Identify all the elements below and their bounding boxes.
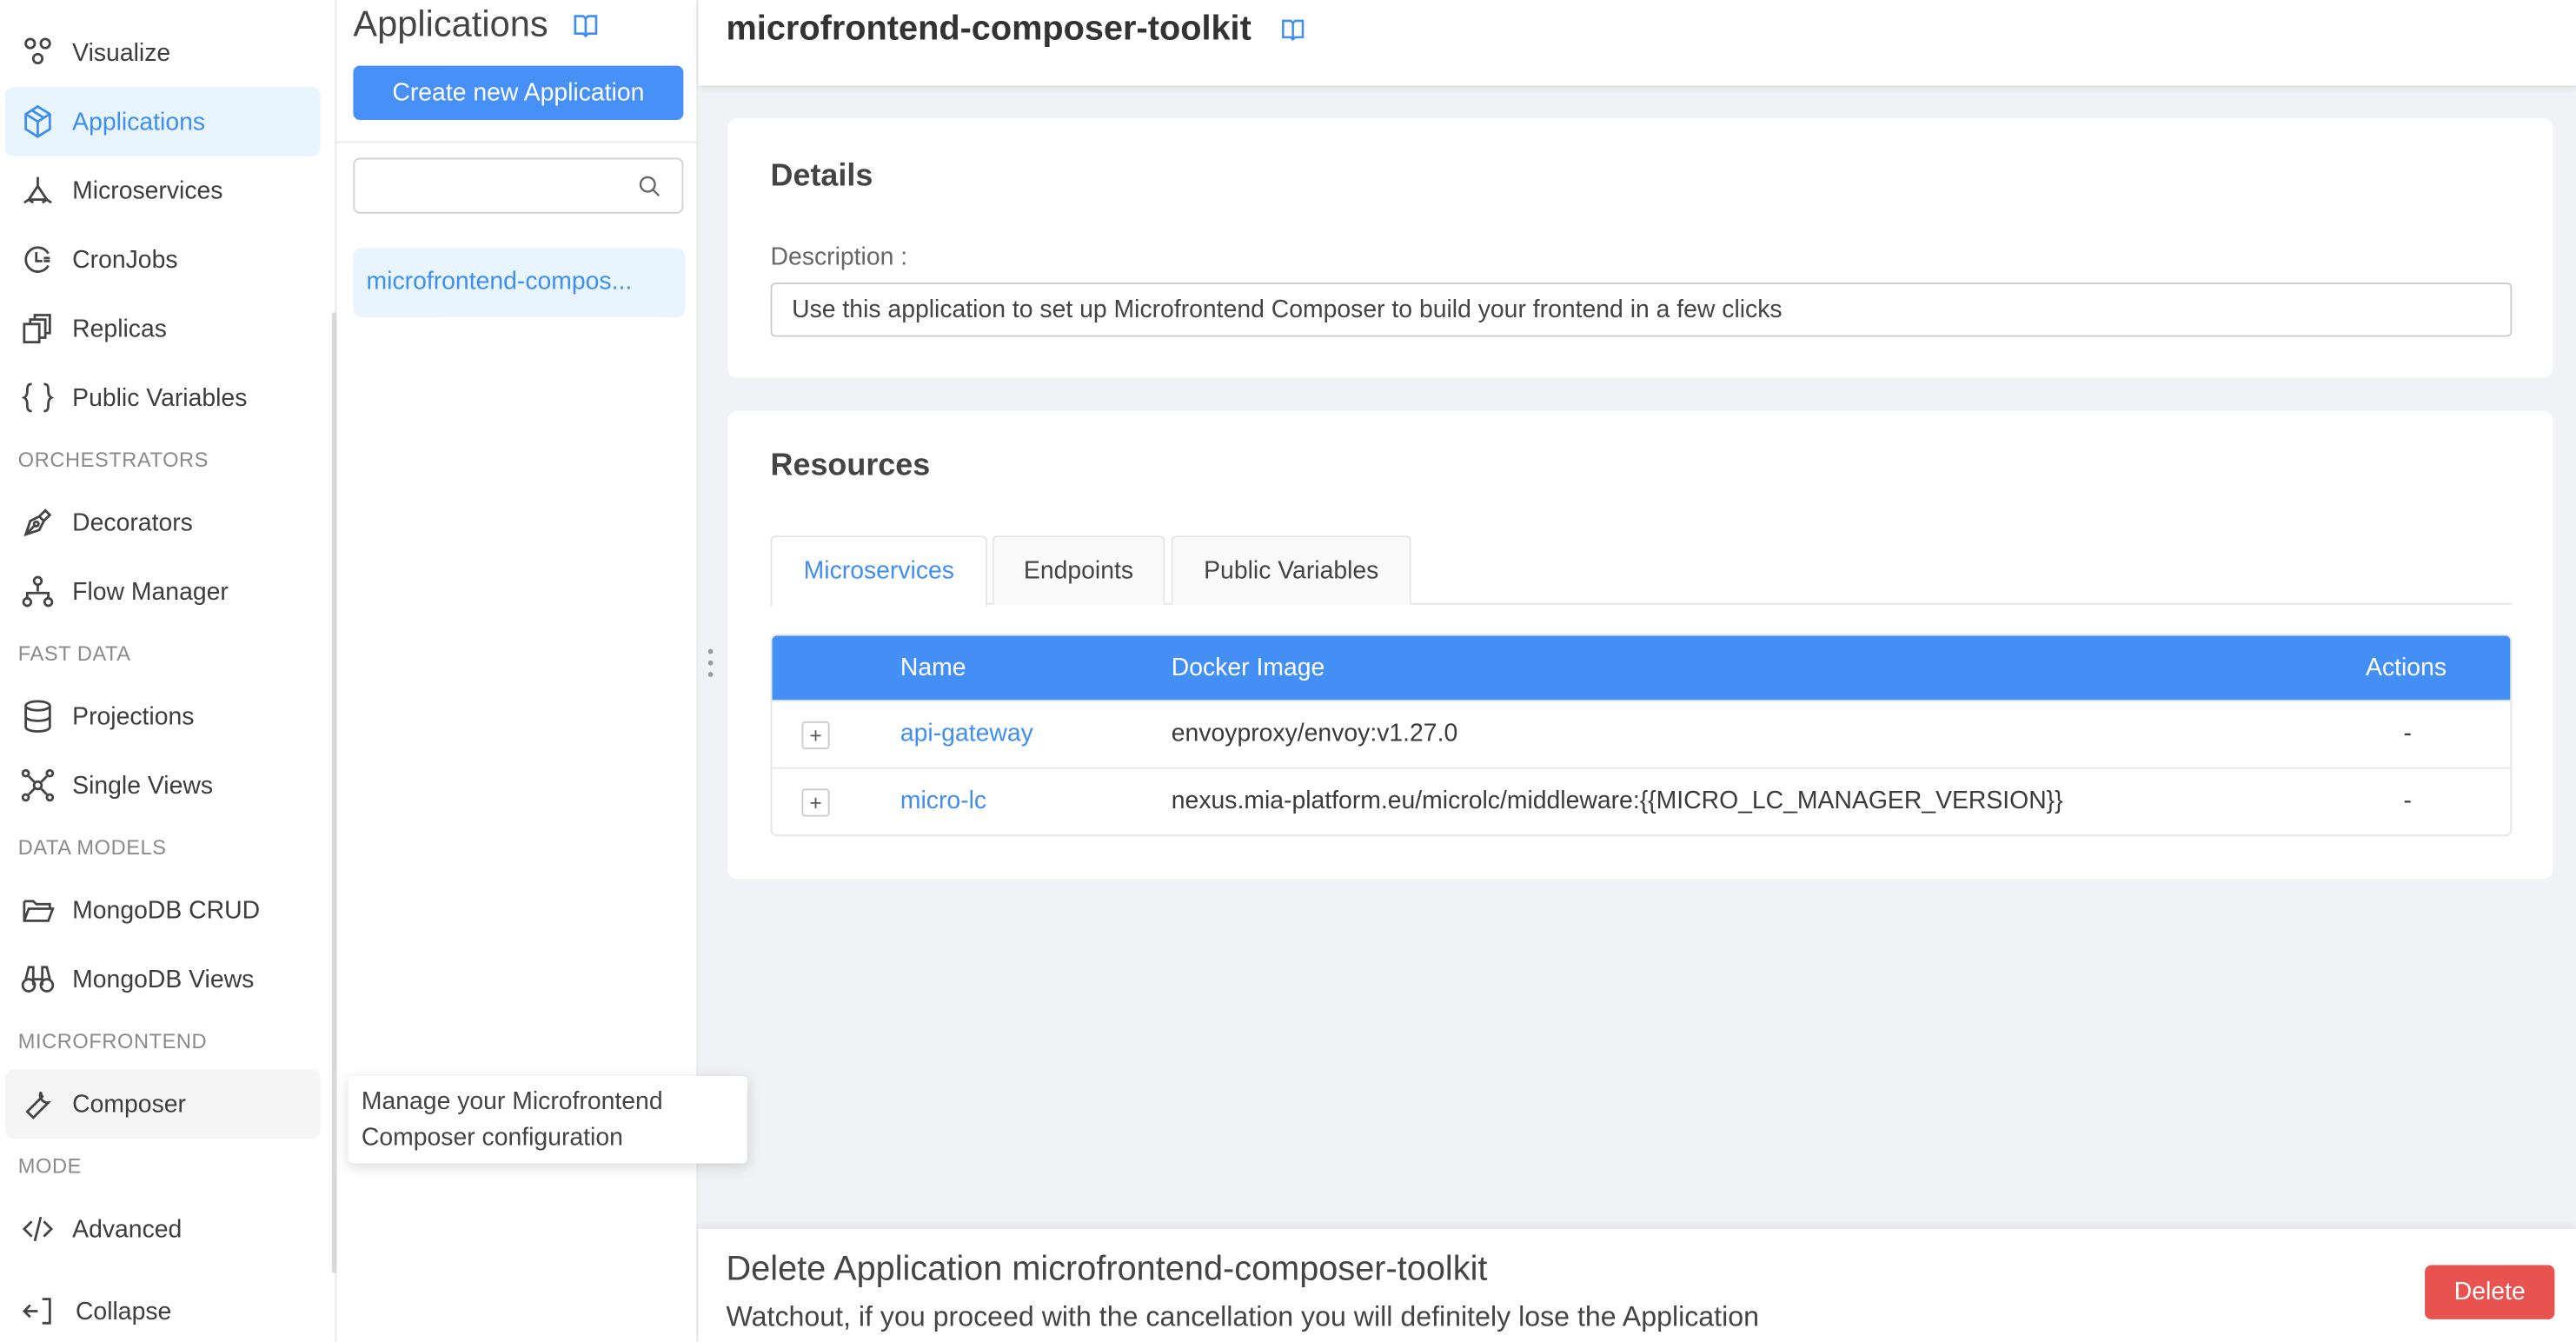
collapse-icon [20, 1293, 56, 1330]
sidebar: Visualize Applications Microservices CronJo… [0, 0, 337, 1342]
sidebar-item-label: Decorators [72, 508, 193, 536]
page-title-text: microfrontend-composer-toolkit [727, 10, 1251, 49]
page-header: microfrontend-composer-toolkit [698, 0, 2576, 85]
code-icon [20, 1211, 56, 1247]
sidebar-item-composer[interactable]: Composer [5, 1070, 321, 1139]
binoculars-icon [20, 961, 56, 998]
sidebar-section-mode: MODE [5, 1139, 321, 1194]
sidebar-section-fast-data: FAST DATA [5, 626, 321, 681]
tab-microservices[interactable]: Microservices [771, 535, 988, 606]
visualize-icon [20, 35, 56, 71]
sidebar-item-label: Flow Manager [72, 577, 229, 605]
sidebar-item-cronjobs[interactable]: CronJobs [5, 225, 321, 294]
resources-title: Resources [771, 448, 931, 485]
microservices-icon [20, 172, 56, 209]
resources-tabs: Microservices Endpoints Public Variables [771, 535, 2513, 604]
sidebar-item-decorators[interactable]: Decorators [5, 488, 321, 556]
create-application-button[interactable]: Create new Application [353, 66, 683, 120]
page-title: microfrontend-composer-toolkit [727, 10, 1306, 49]
clock-icon [20, 242, 56, 278]
column-docker-image: Docker Image [1172, 636, 1325, 701]
sidebar-item-applications[interactable]: Applications [5, 87, 321, 156]
sidebar-item-label: Applications [72, 108, 205, 136]
sidebar-item-advanced[interactable]: Advanced [5, 1194, 321, 1263]
book-icon[interactable] [571, 10, 599, 38]
divider [337, 142, 697, 143]
tab-public-variables[interactable]: Public Variables [1172, 535, 1411, 604]
replicas-icon [20, 310, 56, 347]
sidebar-item-label: Public Variables [72, 383, 247, 411]
cube-icon [20, 103, 56, 140]
docker-image: envoyproxy/envoy:v1.27.0 [1172, 701, 1457, 766]
details-card: Details Description : Use this applicati… [727, 118, 2553, 378]
sidebar-section-microfrontend: MICROFRONTEND [5, 1013, 321, 1069]
sidebar-item-single-views[interactable]: Single Views [5, 751, 321, 820]
table-header: Name Docker Image Actions [772, 636, 2510, 701]
sidebar-section-data-models: DATA MODELS [5, 820, 321, 875]
sidebar-item-mongodb-crud[interactable]: MongoDB CRUD [5, 876, 321, 945]
tab-endpoints[interactable]: Endpoints [993, 535, 1165, 604]
book-icon[interactable] [1279, 17, 1305, 43]
expand-row-button[interactable]: + [801, 721, 829, 749]
sidebar-item-public-variables[interactable]: Public Variables [5, 363, 321, 432]
applications-title: Applications [353, 3, 599, 46]
sidebar-item-microservices[interactable]: Microservices [5, 156, 321, 225]
collapse-button[interactable]: Collapse [20, 1293, 172, 1330]
sidebar-item-label: Advanced [72, 1215, 182, 1243]
sidebar-item-projections[interactable]: Projections [5, 681, 321, 750]
docker-image: nexus.mia-platform.eu/microlc/middleware… [1172, 769, 2063, 834]
application-list-item[interactable]: microfrontend-compos... [353, 248, 685, 316]
microservice-name-link[interactable]: micro-lc [900, 769, 986, 834]
sidebar-item-visualize[interactable]: Visualize [5, 18, 321, 87]
microservices-table: Name Docker Image Actions + api-gateway … [771, 634, 2513, 837]
sidebar-item-label: Composer [72, 1090, 186, 1118]
folder-icon [20, 892, 56, 928]
table-row: + micro-lc nexus.mia-platform.eu/microlc… [772, 767, 2510, 835]
column-actions: Actions [2366, 636, 2447, 701]
database-icon [20, 698, 56, 734]
delete-application-section: Delete Application microfrontend-compose… [698, 1229, 2576, 1342]
sidebar-nav: Visualize Applications Microservices CronJo… [5, 18, 321, 1264]
sidebar-item-label: Single Views [72, 771, 213, 799]
resources-card: Resources Microservices Endpoints Public… [727, 411, 2553, 880]
description-field[interactable]: Use this application to set up Microfron… [771, 282, 2513, 336]
column-name: Name [900, 636, 966, 701]
braces-icon [20, 380, 56, 416]
description-label: Description : [771, 243, 908, 271]
sidebar-item-mongodb-views[interactable]: MongoDB Views [5, 945, 321, 1013]
pen-icon [20, 504, 56, 541]
sidebar-item-label: Replicas [72, 315, 167, 342]
wrench-icon [20, 1086, 56, 1122]
delete-warning: Watchout, if you proceed with the cancel… [727, 1301, 1759, 1334]
sidebar-item-label: CronJobs [72, 246, 177, 274]
sidebar-item-label: MongoDB CRUD [72, 896, 260, 924]
sidebar-section-orchestrators: ORCHESTRATORS [5, 432, 321, 488]
search-icon[interactable] [637, 174, 661, 198]
delete-title: Delete Application microfrontend-compose… [727, 1251, 1488, 1290]
search-input[interactable] [353, 157, 683, 213]
sidebar-item-label: Projections [72, 702, 194, 730]
actions-cell: - [2404, 769, 2412, 834]
delete-button[interactable]: Delete [2425, 1266, 2554, 1319]
table-row: + api-gateway envoyproxy/envoy:v1.27.0 - [772, 700, 2510, 767]
details-title: Details [771, 159, 873, 196]
sidebar-item-label: MongoDB Views [72, 966, 254, 993]
composer-tooltip: Manage your Microfrontend Composer confi… [349, 1076, 747, 1163]
flow-icon [20, 574, 56, 610]
expand-row-button[interactable]: + [801, 788, 829, 816]
sidebar-item-label: Microservices [72, 176, 222, 204]
panel-resize-handle[interactable] [708, 649, 715, 684]
sidebar-item-replicas[interactable]: Replicas [5, 294, 321, 362]
actions-cell: - [2404, 701, 2412, 766]
network-icon [20, 767, 56, 804]
microservice-name-link[interactable]: api-gateway [900, 701, 1033, 766]
applications-title-text: Applications [353, 3, 548, 46]
sidebar-item-label: Visualize [72, 38, 170, 66]
collapse-label: Collapse [76, 1297, 171, 1325]
sidebar-item-flow-manager[interactable]: Flow Manager [5, 557, 321, 626]
